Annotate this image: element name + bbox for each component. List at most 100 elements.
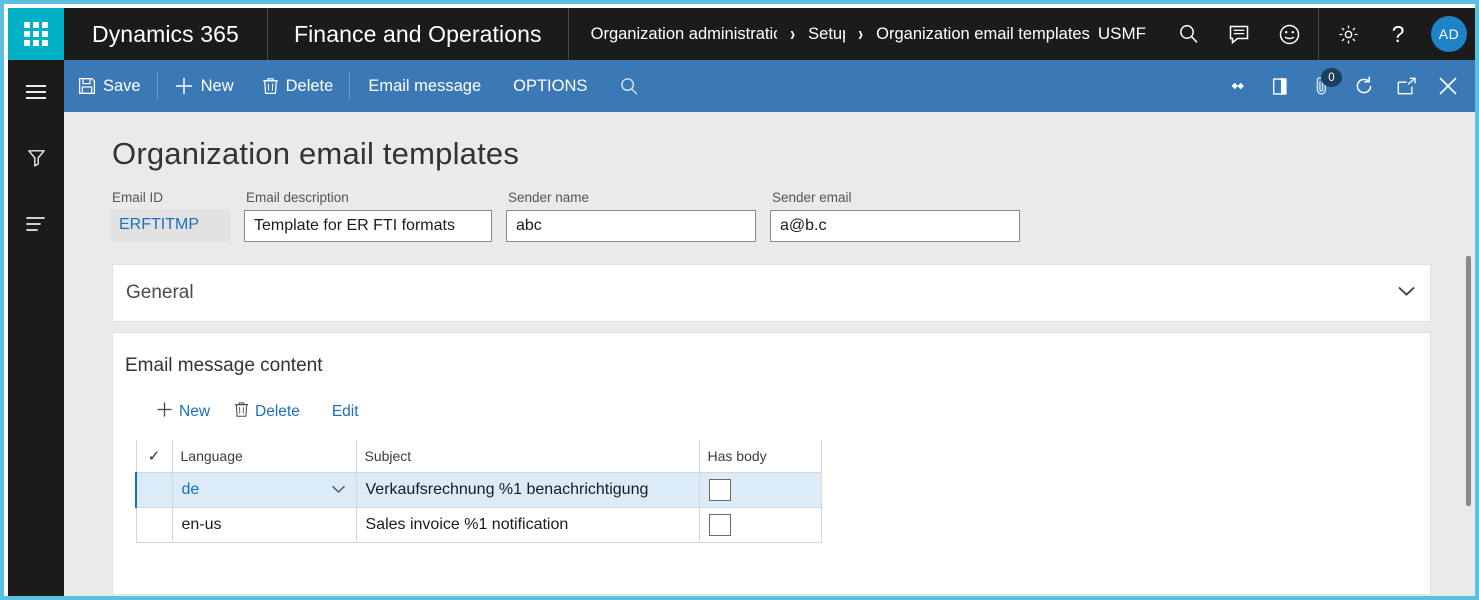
smiley-icon[interactable] xyxy=(1264,8,1314,60)
grid-body: de Verkaufsrechnung %1 benachrichtigung xyxy=(136,472,821,542)
breadcrumb-item-setup[interactable]: Setup xyxy=(808,25,845,44)
save-label: Save xyxy=(103,77,141,96)
search-icon[interactable] xyxy=(1164,8,1214,60)
email-content-grid: ✓ Language Subject Has body de xyxy=(135,440,822,543)
brand-title[interactable]: Dynamics 365 xyxy=(64,8,268,60)
grid-new-label: New xyxy=(179,403,210,421)
command-bar-right-actions: 0 xyxy=(1217,60,1479,112)
field-label-sender-email: Sender email xyxy=(770,190,1020,205)
popout-window-icon[interactable] xyxy=(1385,60,1427,112)
cell-has-body[interactable] xyxy=(699,472,821,507)
new-label: New xyxy=(201,77,234,96)
delete-button[interactable]: Delete xyxy=(248,60,348,112)
table-row[interactable]: de Verkaufsrechnung %1 benachrichtigung xyxy=(136,472,821,507)
office-app-icon[interactable] xyxy=(1259,60,1301,112)
page-scrollbar[interactable] xyxy=(1464,248,1473,578)
company-selector[interactable]: USMF xyxy=(1090,24,1164,44)
column-header-language[interactable]: Language xyxy=(172,440,356,472)
email-message-label: Email message xyxy=(368,77,481,96)
command-bar: Save New Delete Email message OPTIONS xyxy=(64,60,1479,112)
page-body: Organization email templates Email ID ER… xyxy=(64,112,1479,600)
delete-label: Delete xyxy=(286,77,334,96)
page-scrollbar-thumb[interactable] xyxy=(1466,256,1471,506)
avatar[interactable]: AD xyxy=(1431,16,1467,52)
breadcrumb-separator-icon: › xyxy=(858,23,863,46)
grid-toolbar: New Delete Edit xyxy=(113,377,1430,427)
select-all-checkmark-icon[interactable]: ✓ xyxy=(136,440,172,472)
new-button[interactable]: New xyxy=(160,60,248,112)
field-label-sender-name: Sender name xyxy=(506,190,756,205)
related-information-button[interactable] xyxy=(8,196,64,256)
filter-button[interactable] xyxy=(8,124,64,196)
grid-header-row: ✓ Language Subject Has body xyxy=(136,440,821,472)
save-disk-icon xyxy=(78,77,96,95)
grid-header: ✓ Language Subject Has body xyxy=(136,440,821,472)
settings-gear-icon[interactable] xyxy=(1323,8,1373,60)
command-divider xyxy=(157,73,158,99)
command-divider xyxy=(349,73,350,99)
has-body-checkbox[interactable] xyxy=(709,514,731,536)
grid-icon xyxy=(24,22,48,46)
grid-edit-label: Edit xyxy=(332,403,359,421)
table-row[interactable]: en-us Sales invoice %1 notification xyxy=(136,507,821,542)
general-section-header[interactable]: General xyxy=(112,264,1431,322)
module-title[interactable]: Finance and Operations xyxy=(268,8,569,60)
breadcrumb: Organization administratio › Setup › Org… xyxy=(569,8,1090,60)
sender-name-input[interactable] xyxy=(506,210,756,242)
save-button[interactable]: Save xyxy=(64,60,155,112)
content-section-title: Email message content xyxy=(113,333,1430,377)
field-email-id: Email ID ERFTITMP xyxy=(110,190,230,242)
trash-icon xyxy=(234,401,249,423)
grid-edit-button[interactable]: Edit xyxy=(322,399,369,425)
feedback-icon[interactable] xyxy=(1214,8,1264,60)
top-nav-actions: USMF ? AD xyxy=(1090,8,1479,60)
close-icon[interactable] xyxy=(1427,60,1469,112)
command-search-button[interactable] xyxy=(603,60,656,112)
hamburger-menu-button[interactable] xyxy=(8,60,64,124)
column-header-subject[interactable]: Subject xyxy=(356,440,699,472)
trash-icon xyxy=(262,77,279,95)
cell-subject[interactable]: Sales invoice %1 notification xyxy=(356,507,699,542)
chevron-down-icon[interactable] xyxy=(331,481,346,499)
breadcrumb-item-organization-administration[interactable]: Organization administratio xyxy=(591,25,778,44)
page-title: Organization email templates xyxy=(112,136,1479,172)
breadcrumb-item-organization-email-templates[interactable]: Organization email templates xyxy=(876,25,1090,44)
email-description-input[interactable] xyxy=(244,210,492,242)
breadcrumb-separator-icon: › xyxy=(790,23,795,46)
toolbar-divider xyxy=(1318,8,1319,60)
field-email-description: Email description xyxy=(244,190,492,242)
attachments-icon[interactable]: 0 xyxy=(1301,60,1343,112)
cell-language[interactable]: de xyxy=(172,472,356,507)
grid-delete-label: Delete xyxy=(255,403,300,421)
email-id-value[interactable]: ERFTITMP xyxy=(110,210,230,242)
sender-email-input[interactable] xyxy=(770,210,1020,242)
cell-language[interactable]: en-us xyxy=(172,507,356,542)
cell-has-body[interactable] xyxy=(699,507,821,542)
field-sender-name: Sender name xyxy=(506,190,756,242)
search-icon xyxy=(619,76,640,97)
row-selector[interactable] xyxy=(136,472,172,507)
refresh-icon[interactable] xyxy=(1343,60,1385,112)
grid-new-button[interactable]: New xyxy=(146,397,220,427)
plus-icon xyxy=(156,401,173,423)
top-navigation-bar: Dynamics 365 Finance and Operations Orga… xyxy=(8,8,1479,60)
share-icon[interactable] xyxy=(1217,60,1259,112)
has-body-checkbox[interactable] xyxy=(709,479,731,501)
field-label-email-id: Email ID xyxy=(110,190,230,205)
cell-language-value: de xyxy=(182,481,200,498)
help-icon[interactable]: ? xyxy=(1373,8,1423,60)
general-section-title: General xyxy=(126,282,194,304)
field-sender-email: Sender email xyxy=(770,190,1020,242)
options-tab[interactable]: OPTIONS xyxy=(497,60,603,112)
row-selector[interactable] xyxy=(136,507,172,542)
attachments-badge: 0 xyxy=(1321,68,1342,87)
cell-subject[interactable]: Verkaufsrechnung %1 benachrichtigung xyxy=(356,472,699,507)
email-message-tab[interactable]: Email message xyxy=(352,60,497,112)
app-inner: Dynamics 365 Finance and Operations Orga… xyxy=(8,8,1479,600)
grid-delete-button[interactable]: Delete xyxy=(224,397,310,427)
app-launcher-button[interactable] xyxy=(8,8,64,60)
application-window: Dynamics 365 Finance and Operations Orga… xyxy=(0,0,1479,600)
column-header-has-body[interactable]: Has body xyxy=(699,440,821,472)
options-label: OPTIONS xyxy=(513,77,587,96)
chevron-down-icon[interactable] xyxy=(1397,284,1416,302)
